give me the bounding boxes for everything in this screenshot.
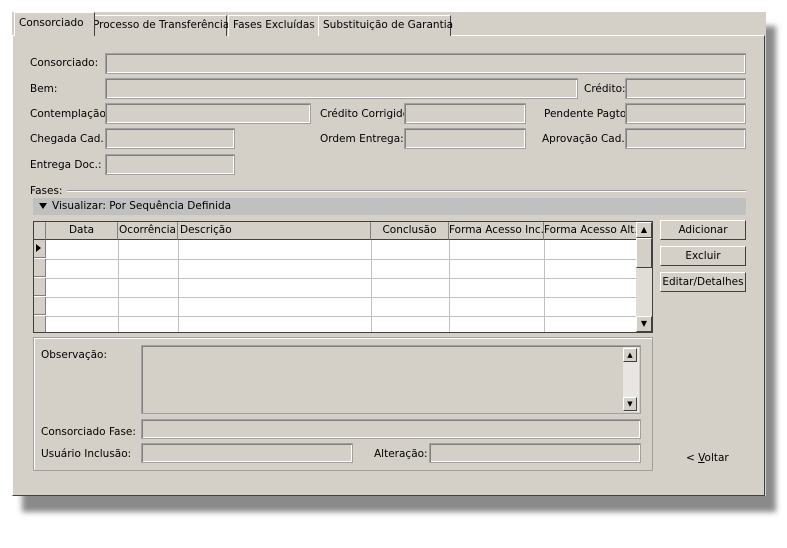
grid-col-line <box>178 240 179 332</box>
label-consorciado: Consorciado: <box>30 57 99 69</box>
grid-header-forma-acesso-inc[interactable]: Forma Acesso Inc. <box>449 222 544 240</box>
view-selector[interactable]: Visualizar: Por Sequência Definida <box>33 198 746 215</box>
table-row[interactable] <box>34 259 46 277</box>
label-alteracao: Alteração: <box>374 448 428 460</box>
field-entrega-doc[interactable] <box>105 154 235 175</box>
grid-corner <box>34 222 46 240</box>
label-usuario-inclusao: Usuário Inclusão: <box>41 448 132 460</box>
table-row[interactable] <box>34 316 46 332</box>
scroll-down-icon[interactable]: ▼ <box>636 316 652 332</box>
adicionar-button[interactable]: Adicionar <box>660 220 746 240</box>
field-usuario-inclusao[interactable] <box>141 443 353 463</box>
label-entrega-doc: Entrega Doc.: <box>30 159 102 171</box>
grid-col-line <box>544 240 545 332</box>
fases-separator <box>67 190 746 192</box>
grid-scrollbar[interactable]: ▲ ▼ <box>636 222 652 332</box>
triangle-down-icon <box>39 202 47 209</box>
field-contemplacao[interactable] <box>105 103 311 124</box>
scroll-up-icon[interactable]: ▲ <box>623 348 637 362</box>
grid-row-line <box>34 278 636 279</box>
grid-row-line <box>34 316 636 317</box>
tab-consorciado[interactable]: Consorciado <box>14 12 95 36</box>
table-row[interactable] <box>34 297 46 315</box>
label-credito-corrigido: Crédito Corrigido: <box>320 108 413 120</box>
grid-header-forma-acesso-alt[interactable]: Forma Acesso Alt. <box>544 222 637 240</box>
grid-col-line <box>371 240 372 332</box>
field-aprovacao-cad[interactable] <box>625 128 746 149</box>
label-chegada-cad: Chegada Cad.: <box>30 133 108 145</box>
field-chegada-cad[interactable] <box>105 128 235 149</box>
field-pendente-pagto[interactable] <box>625 103 746 124</box>
grid-header-data[interactable]: Data <box>46 222 118 240</box>
label-contemplacao: Contemplação: <box>30 108 110 120</box>
view-selector-label: Visualizar: Por Sequência Definida <box>52 200 232 212</box>
tab-substituicao-garantia[interactable]: Substituição de Garantia <box>318 15 453 36</box>
table-row[interactable] <box>34 240 46 258</box>
voltar-rest: oltar <box>704 452 729 464</box>
grid-col-line <box>118 240 119 332</box>
grid-row-line <box>34 259 636 260</box>
voltar-prefix: < <box>686 452 699 464</box>
fases-grid[interactable]: Data Ocorrência Descrição Conclusão Form… <box>33 221 653 333</box>
scroll-thumb[interactable] <box>636 238 652 268</box>
table-row[interactable] <box>34 278 46 296</box>
label-aprovacao-cad: Aprovação Cad.: <box>542 133 629 145</box>
field-alteracao[interactable] <box>429 443 641 463</box>
scroll-up-icon[interactable]: ▲ <box>636 222 652 238</box>
label-bem: Bem: <box>30 83 58 95</box>
grid-header-ocorrencia[interactable]: Ocorrência <box>118 222 178 240</box>
excluir-button[interactable]: Excluir <box>660 246 746 266</box>
label-credito: Crédito: <box>584 83 626 95</box>
scroll-down-icon[interactable]: ▼ <box>623 397 637 411</box>
grid-header-conclusao[interactable]: Conclusão <box>371 222 449 240</box>
current-row-icon <box>36 244 41 252</box>
observacao-textarea[interactable]: ▲ ▼ <box>141 345 641 414</box>
label-ordem-entrega: Ordem Entrega: <box>320 133 404 145</box>
field-consorciado[interactable] <box>105 53 746 74</box>
fases-title: Fases: <box>30 185 63 197</box>
field-bem[interactable] <box>105 78 578 99</box>
label-consorciado-fase: Consorciado Fase: <box>41 426 136 438</box>
field-credito[interactable] <box>625 78 746 99</box>
grid-header-descricao[interactable]: Descrição <box>178 222 371 240</box>
tab-fases-excluidas[interactable]: Fases Excluídas <box>228 15 320 36</box>
tab-processo-transferencia[interactable]: Processo de Transferência <box>88 15 229 36</box>
grid-col-line <box>449 240 450 332</box>
label-pendente-pagto: Pendente Pagto: <box>544 108 630 120</box>
field-credito-corrigido[interactable] <box>404 103 526 124</box>
grid-row-line <box>34 297 636 298</box>
label-observacao: Observação: <box>41 349 107 361</box>
field-consorciado-fase[interactable] <box>141 419 641 439</box>
field-ordem-entrega[interactable] <box>404 128 526 149</box>
editar-detalhes-button[interactable]: Editar/Detalhes <box>660 272 746 292</box>
observacao-scrollbar[interactable]: ▲ ▼ <box>623 347 639 412</box>
voltar-link[interactable]: < Voltar <box>686 452 729 464</box>
